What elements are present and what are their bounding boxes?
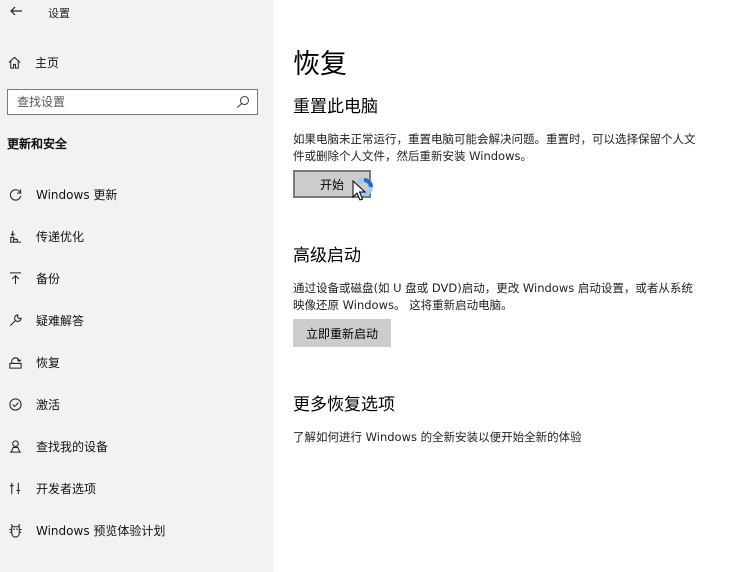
fresh-start-link[interactable]: 了解如何进行 Windows 的全新安装以便开始全新的体验	[293, 429, 582, 445]
sidebar-item-label: Windows 预览体验计划	[36, 523, 166, 538]
sidebar-item-label: 传递优化	[36, 229, 85, 244]
home-icon	[8, 56, 21, 69]
reset-pc-description: 如果电脑未正常运行，重置电脑可能会解决问题。重置时，可以选择保留个人文件或删除个…	[293, 132, 696, 163]
advanced-startup-heading: 高级启动	[293, 246, 361, 266]
sidebar-item-windows-update[interactable]: Windows 更新	[0, 182, 273, 206]
sidebar-item-delivery-optimization[interactable]: 传递优化	[0, 224, 273, 248]
advanced-startup-description: 通过设备或磁盘(如 U 盘或 DVD)启动，更改 Windows 启动设置，或者…	[293, 281, 693, 312]
sidebar-item-windows-insider[interactable]: Windows 预览体验计划	[0, 518, 273, 542]
insider-icon	[8, 523, 23, 538]
find-device-icon	[8, 439, 23, 454]
activation-icon	[8, 397, 23, 412]
section-title: 更新和安全	[7, 137, 68, 151]
sidebar-item-activation[interactable]: 激活	[0, 392, 273, 416]
recovery-icon	[8, 355, 23, 370]
developer-icon	[8, 481, 23, 496]
sidebar-item-label: Windows 更新	[36, 187, 118, 202]
backup-icon	[8, 271, 23, 286]
search-icon[interactable]	[236, 95, 250, 109]
sidebar-item-label: 备份	[36, 271, 61, 286]
page-title: 恢复	[293, 49, 347, 80]
sidebar: 设置 主页 更新和安全 Windows 更新 传递优化	[0, 0, 273, 572]
back-button[interactable]	[8, 3, 24, 19]
main-content: 恢复 重置此电脑 如果电脑未正常运行，重置电脑可能会解决问题。重置时，可以选择保…	[273, 0, 756, 572]
sidebar-item-label: 查找我的设备	[36, 439, 109, 454]
sidebar-item-label: 疑难解答	[36, 313, 85, 328]
sidebar-home[interactable]: 主页	[7, 52, 59, 72]
more-recovery-options-heading: 更多恢复选项	[293, 395, 395, 415]
search-box[interactable]	[7, 89, 258, 115]
search-input[interactable]	[8, 90, 228, 114]
sidebar-item-troubleshoot[interactable]: 疑难解答	[0, 308, 273, 332]
home-label: 主页	[35, 55, 60, 70]
sidebar-item-label: 激活	[36, 397, 61, 412]
restart-now-button[interactable]: 立即重新启动	[293, 319, 391, 347]
sidebar-item-recovery[interactable]: 恢复	[0, 350, 273, 374]
window-title: 设置	[48, 7, 70, 20]
mouse-pointer-icon	[352, 180, 366, 201]
reset-pc-heading: 重置此电脑	[293, 97, 378, 117]
wrench-icon	[8, 313, 23, 328]
sidebar-item-label: 开发者选项	[36, 481, 97, 496]
sidebar-item-find-my-device[interactable]: 查找我的设备	[0, 434, 273, 458]
sidebar-item-developer-options[interactable]: 开发者选项	[0, 476, 273, 500]
sidebar-item-label: 恢复	[36, 355, 61, 370]
delivery-optimization-icon	[8, 229, 23, 244]
back-arrow-icon	[10, 6, 22, 16]
sidebar-item-backup[interactable]: 备份	[0, 266, 273, 290]
sync-icon	[8, 187, 23, 202]
